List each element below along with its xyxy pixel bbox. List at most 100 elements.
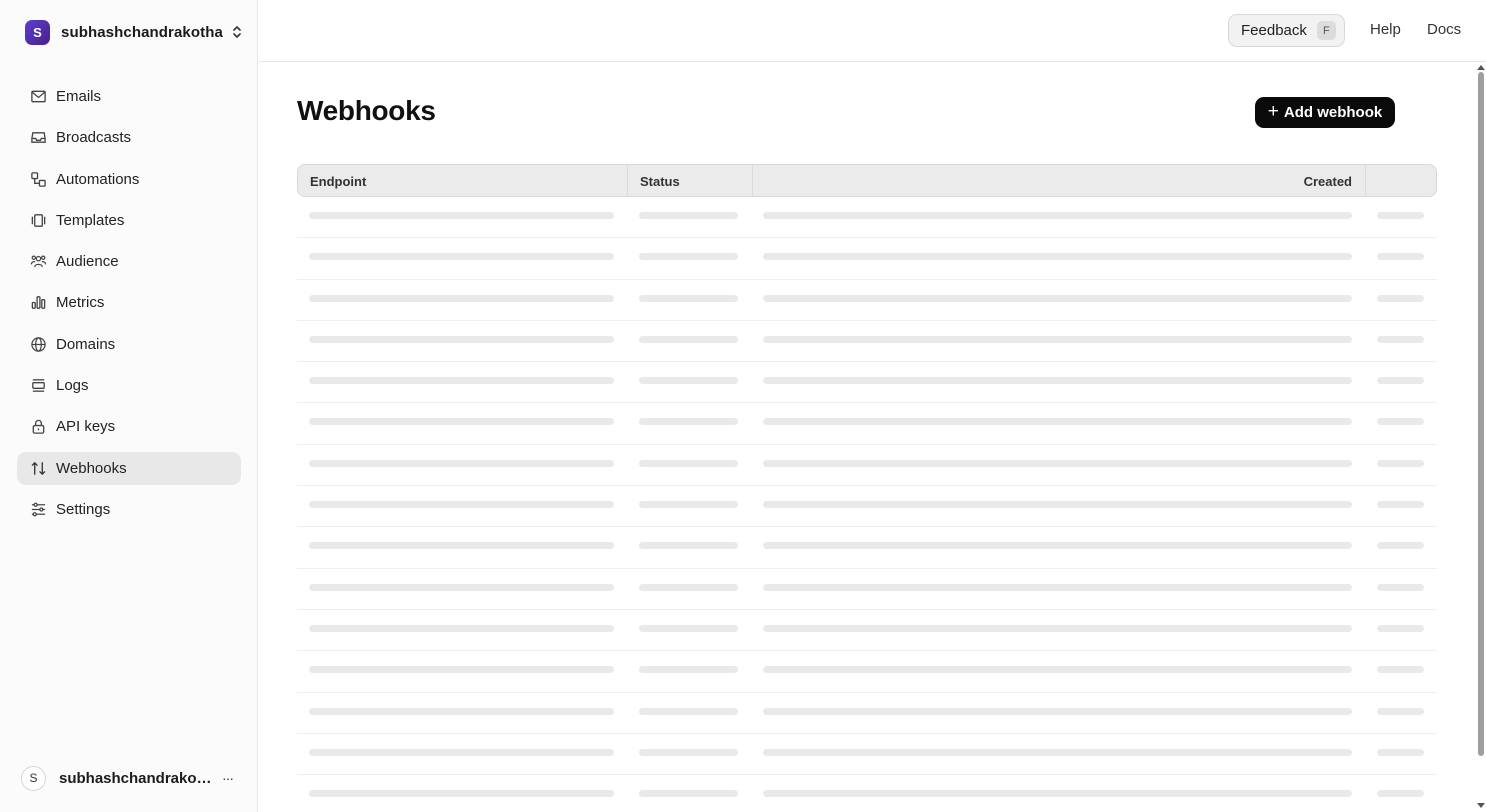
loading-skeleton — [1377, 253, 1424, 261]
feedback-button[interactable]: Feedback F — [1228, 14, 1345, 47]
table-row — [297, 569, 1437, 610]
column-header-status[interactable]: Status — [640, 174, 680, 189]
loading-skeleton — [1377, 707, 1424, 715]
loading-skeleton — [309, 666, 614, 674]
column-header-endpoint[interactable]: Endpoint — [310, 174, 366, 189]
loading-skeleton — [639, 501, 738, 509]
column-divider — [752, 165, 753, 196]
loading-skeleton — [639, 418, 738, 426]
loading-skeleton — [639, 253, 738, 261]
loading-skeleton — [763, 294, 1352, 302]
loading-skeleton — [1377, 666, 1424, 674]
globe-icon — [29, 335, 47, 353]
topbar: Feedback F Help Docs — [259, 0, 1486, 62]
loading-skeleton — [639, 335, 738, 343]
sidebar: S subhashchandrakotha Emails Broadcasts … — [0, 0, 258, 812]
more-icon[interactable]: ··· — [222, 770, 234, 786]
add-webhook-button[interactable]: + Add webhook — [1255, 97, 1395, 128]
loading-skeleton — [1377, 294, 1424, 302]
loading-skeleton — [763, 418, 1352, 426]
loading-skeleton — [1377, 583, 1424, 591]
loading-skeleton — [639, 377, 738, 385]
loading-skeleton — [1377, 501, 1424, 509]
sidebar-item-domains[interactable]: Domains — [17, 328, 241, 361]
loading-skeleton — [309, 583, 614, 591]
loading-skeleton — [639, 583, 738, 591]
loading-skeleton — [763, 459, 1352, 467]
loading-skeleton — [763, 542, 1352, 550]
user-name: subhashchandrakotha — [59, 769, 214, 787]
sidebar-item-api-keys[interactable]: API keys — [17, 410, 241, 443]
inbox-icon — [29, 129, 47, 147]
loading-skeleton — [1377, 377, 1424, 385]
loading-skeleton — [1377, 748, 1424, 756]
loading-skeleton — [1377, 790, 1424, 798]
table-row — [297, 734, 1437, 776]
sidebar-item-webhooks[interactable]: Webhooks — [17, 451, 241, 485]
loading-skeleton — [763, 212, 1352, 219]
bar-chart-icon — [29, 294, 47, 312]
table-row — [297, 486, 1437, 528]
sidebar-item-automations[interactable]: Automations — [17, 163, 241, 196]
scroll-down-icon[interactable] — [1477, 802, 1485, 810]
table-row — [297, 321, 1437, 363]
sidebar-item-templates[interactable]: Templates — [17, 204, 241, 237]
loading-skeleton — [763, 790, 1352, 798]
loading-skeleton — [763, 748, 1352, 756]
sidebar-item-emails[interactable]: Emails — [17, 80, 241, 113]
loading-skeleton — [309, 294, 614, 302]
workflow-icon — [29, 170, 47, 188]
sidebar-item-logs[interactable]: Logs — [17, 369, 241, 402]
loading-skeleton — [639, 294, 738, 302]
docs-link[interactable]: Docs — [1427, 21, 1461, 38]
sidebar-item-label: Domains — [56, 335, 116, 353]
sidebar-item-audience[interactable]: Audience — [17, 245, 241, 278]
loading-skeleton — [309, 790, 614, 798]
loading-skeleton — [309, 748, 614, 756]
table-body — [297, 197, 1437, 812]
loading-skeleton — [1377, 459, 1424, 467]
scrollbar-thumb[interactable] — [1478, 72, 1484, 756]
loading-skeleton — [639, 666, 738, 674]
avatar: S — [21, 765, 46, 791]
feedback-label: Feedback — [1241, 22, 1307, 39]
loading-skeleton — [763, 624, 1352, 632]
loading-skeleton — [639, 707, 738, 715]
sidebar-item-broadcasts[interactable]: Broadcasts — [17, 121, 241, 154]
loading-skeleton — [309, 624, 614, 632]
scroll-up-icon[interactable] — [1477, 63, 1485, 71]
team-switcher[interactable]: S subhashchandrakotha — [25, 19, 244, 45]
loading-skeleton — [1377, 335, 1424, 343]
column-header-created[interactable]: Created — [1304, 174, 1352, 189]
sidebar-item-label: API keys — [56, 418, 116, 436]
shortcut-key: F — [1316, 21, 1336, 40]
sidebar-item-label: Broadcasts — [56, 129, 132, 147]
sidebar-item-label: Settings — [56, 500, 111, 518]
user-menu[interactable]: S subhashchandrakotha ··· — [21, 765, 241, 791]
template-icon — [29, 211, 47, 229]
loading-skeleton — [639, 790, 738, 798]
loading-skeleton — [309, 418, 614, 426]
table-row — [297, 527, 1437, 569]
loading-skeleton — [763, 666, 1352, 674]
help-link[interactable]: Help — [1370, 21, 1401, 38]
loading-skeleton — [763, 583, 1352, 591]
table-row — [297, 651, 1437, 693]
sidebar-item-metrics[interactable]: Metrics — [17, 286, 241, 319]
loading-skeleton — [763, 377, 1352, 385]
loading-skeleton — [309, 335, 614, 343]
loading-skeleton — [309, 501, 614, 509]
table-row — [297, 280, 1437, 321]
sidebar-item-settings[interactable]: Settings — [17, 493, 241, 526]
table-row — [297, 445, 1437, 487]
loading-skeleton — [309, 542, 614, 550]
team-avatar: S — [25, 19, 50, 45]
loading-skeleton — [639, 624, 738, 632]
scrollbar[interactable] — [1476, 62, 1486, 812]
loading-skeleton — [639, 212, 738, 219]
column-divider — [627, 165, 628, 196]
sidebar-item-label: Audience — [56, 253, 119, 271]
loading-skeleton — [639, 542, 738, 550]
add-webhook-label: Add webhook — [1283, 104, 1383, 121]
sidebar-item-label: Automations — [56, 170, 140, 188]
